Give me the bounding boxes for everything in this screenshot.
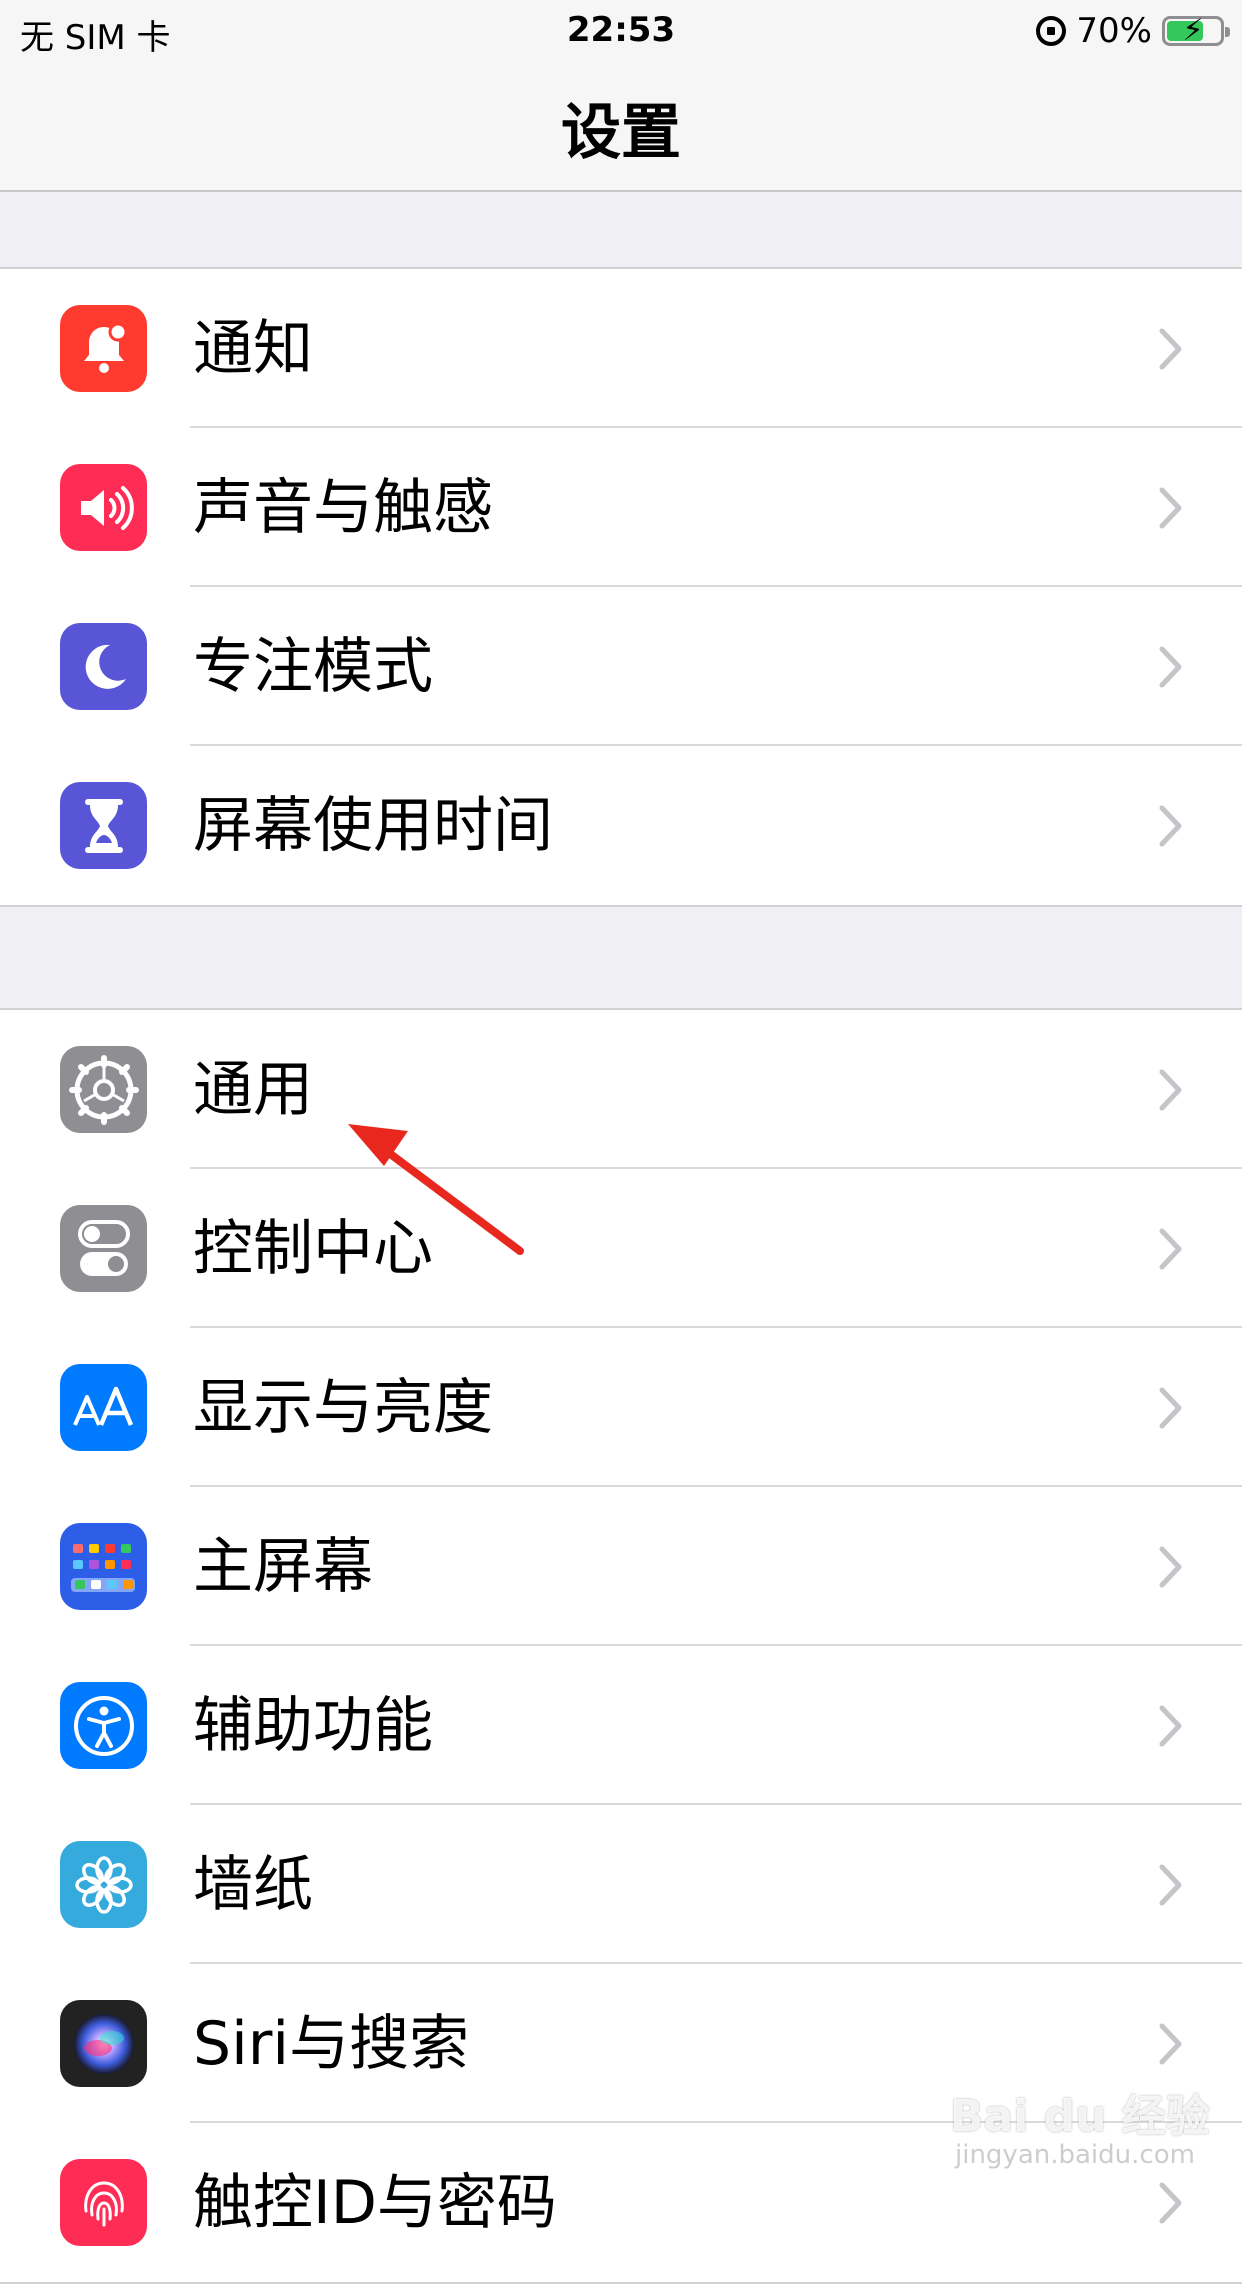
chevron-right-icon: [1159, 2023, 1182, 2065]
settings-row-sounds-haptics[interactable]: 声音与触感: [0, 428, 1242, 587]
battery-icon: ⚡: [1162, 13, 1230, 48]
page-title: 设置: [561, 98, 681, 168]
settings-row-general[interactable]: 通用: [0, 1010, 1242, 1169]
chevron-right-icon: [1159, 646, 1182, 688]
chevron-right-icon: [1159, 328, 1182, 370]
settings-row-label: 主屏幕: [193, 1532, 373, 1602]
bell-icon: [60, 305, 147, 392]
home-grid-icon: [60, 1523, 147, 1610]
chevron-right-icon: [1159, 1546, 1182, 1588]
chevron-right-icon: [1159, 1387, 1182, 1429]
chevron-right-icon: [1159, 1228, 1182, 1270]
chevron-right-icon: [1159, 1705, 1182, 1747]
settings-row-label: 专注模式: [193, 632, 433, 702]
chevron-right-icon: [1159, 1069, 1182, 1111]
accessibility-icon: [60, 1682, 147, 1769]
chevron-right-icon: [1159, 805, 1182, 847]
settings-row-screen-time[interactable]: 屏幕使用时间: [0, 746, 1242, 905]
battery-percent: 70%: [1076, 11, 1152, 51]
settings-row-label: 通知: [193, 314, 313, 384]
settings-row-label: 触控ID与密码: [193, 2168, 557, 2238]
settings-row-wallpaper[interactable]: 墙纸: [0, 1805, 1242, 1964]
flower-icon: [60, 1841, 147, 1928]
chevron-right-icon: [1159, 1864, 1182, 1906]
settings-row-label: 墙纸: [193, 1850, 313, 1920]
baidu-watermark-url: jingyan.baidu.com: [955, 2140, 1195, 2170]
charging-bolt-icon: ⚡: [1182, 13, 1204, 48]
chevron-right-icon: [1159, 487, 1182, 529]
orientation-lock-icon: [1036, 16, 1067, 46]
hourglass-icon: [60, 782, 147, 869]
settings-row-label: 显示与亮度: [193, 1373, 493, 1443]
speaker-icon: [60, 464, 147, 551]
settings-row-display-brightness[interactable]: 显示与亮度: [0, 1328, 1242, 1487]
moon-icon: [60, 623, 147, 710]
settings-row-label: 屏幕使用时间: [193, 791, 553, 861]
navigation-bar: 设置: [0, 62, 1242, 192]
chevron-right-icon: [1159, 2182, 1182, 2224]
settings-row-label: 辅助功能: [193, 1691, 433, 1761]
settings-row-label: 声音与触感: [193, 473, 493, 543]
text-size-icon: [60, 1364, 147, 1451]
fingerprint-icon: [60, 2159, 147, 2246]
baidu-watermark: Bai du 经验: [950, 2091, 1210, 2142]
settings-row-label: Siri与搜索: [193, 2009, 470, 2079]
settings-group-1: 通知 声音与触感 专注模式 屏幕使用时间: [0, 267, 1242, 907]
settings-row-control-center[interactable]: 控制中心: [0, 1169, 1242, 1328]
settings-row-home-screen[interactable]: 主屏幕: [0, 1487, 1242, 1646]
settings-row-focus[interactable]: 专注模式: [0, 587, 1242, 746]
settings-row-label: 控制中心: [193, 1214, 433, 1284]
toggles-icon: [60, 1205, 147, 1292]
status-bar: 无 SIM 卡 22:53 70% ⚡: [0, 0, 1242, 62]
settings-row-accessibility[interactable]: 辅助功能: [0, 1646, 1242, 1805]
settings-row-notifications[interactable]: 通知: [0, 269, 1242, 428]
status-right: 70% ⚡: [1036, 8, 1230, 54]
settings-row-label: 通用: [193, 1055, 313, 1125]
battery-tip: [1225, 27, 1230, 37]
gear-icon: [60, 1046, 147, 1133]
siri-icon: [60, 2000, 147, 2087]
